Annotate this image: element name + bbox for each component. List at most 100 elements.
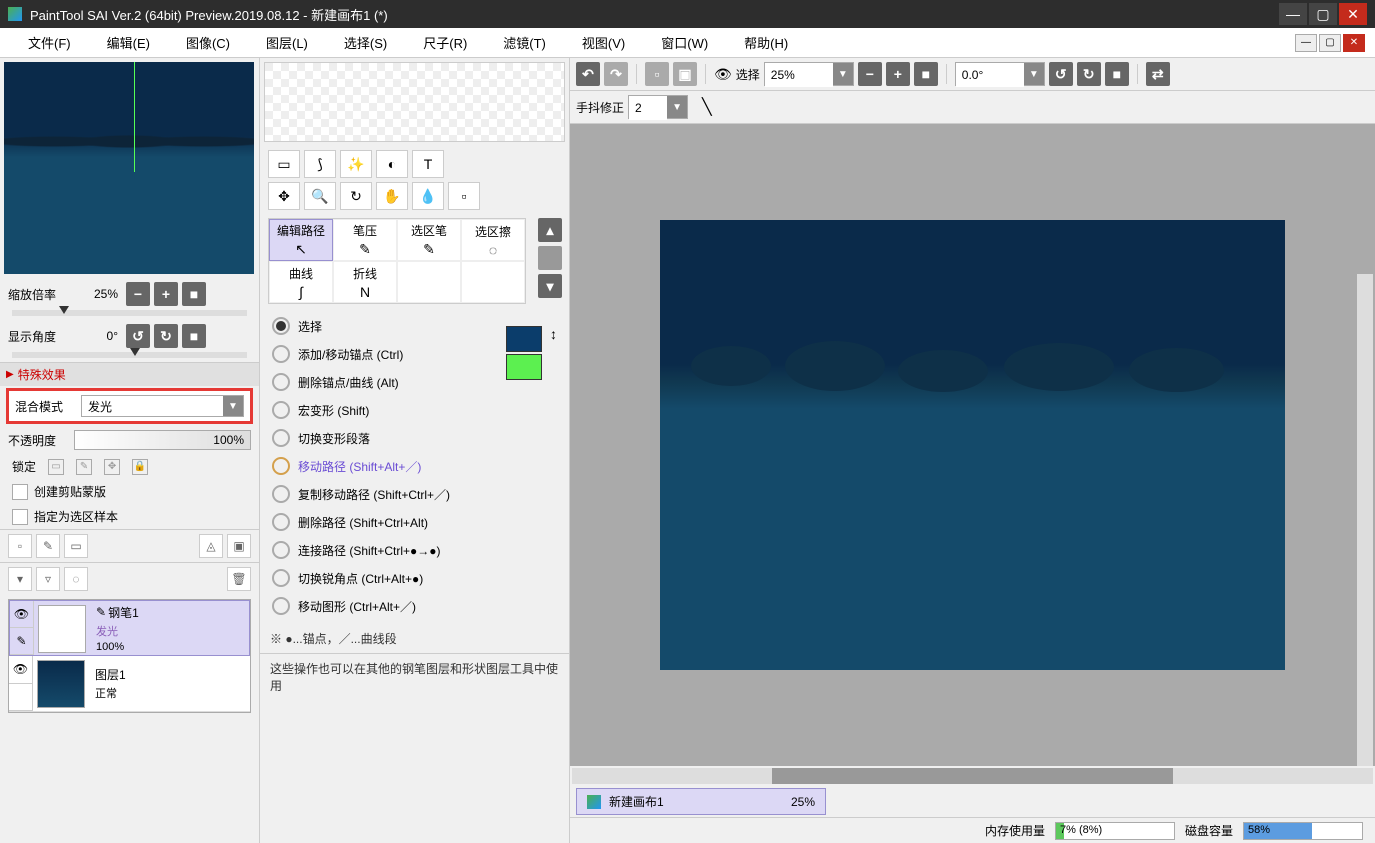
subtool-scroll[interactable] (538, 246, 562, 270)
flatten-button[interactable]: ▿ (36, 567, 60, 591)
menu-select[interactable]: 选择(S) (326, 29, 405, 56)
rotate-ccw-button[interactable]: ↺ (126, 324, 150, 348)
selection-sample-checkbox[interactable] (12, 509, 28, 525)
menu-layer[interactable]: 图层(L) (248, 29, 326, 56)
visibility-icon[interactable]: 👁 (10, 601, 33, 628)
menu-view[interactable]: 视图(V) (564, 29, 643, 56)
document-tab[interactable]: 新建画布1 25% (576, 788, 826, 815)
toolbar-rotate-reset[interactable]: ■ (1105, 62, 1129, 86)
chevron-down-icon[interactable]: ▼ (223, 396, 243, 416)
text-tool[interactable]: T (412, 150, 444, 178)
subtool-edit-path[interactable]: 编辑路径↖ (269, 219, 333, 261)
doc-close-button[interactable]: ✕ (1343, 34, 1365, 52)
lock-none-icon[interactable]: ▭ (48, 459, 64, 475)
toolbar-zoom-fit[interactable]: ■ (914, 62, 938, 86)
zoom-tool[interactable]: 🔍 (304, 182, 336, 210)
clear-button[interactable]: ◌ (64, 567, 88, 591)
undo-button[interactable]: ↶ (576, 62, 600, 86)
doc-maximize-button[interactable]: ▢ (1319, 34, 1341, 52)
subtool-select-pen[interactable]: 选区笔✎ (397, 219, 461, 261)
angle-slider[interactable] (12, 352, 247, 358)
horizontal-scrollbar[interactable] (572, 768, 1373, 784)
subtool-polyline[interactable]: 折线N (333, 261, 397, 303)
rotate-cw-button[interactable]: ↻ (154, 324, 178, 348)
subtool-down-button[interactable]: ▾ (538, 274, 562, 298)
canvas-viewport[interactable] (570, 124, 1375, 766)
toolbar-zoom-in[interactable]: + (886, 62, 910, 86)
zoom-out-button[interactable]: − (126, 282, 150, 306)
blend-mode-combo[interactable]: 发光 ▼ (81, 395, 244, 417)
special-effects-header[interactable]: ▶ 特殊效果 (0, 362, 259, 386)
path-option[interactable]: 宏变形 (Shift) (268, 396, 561, 424)
toolbar-rotate-cw[interactable]: ↻ (1077, 62, 1101, 86)
window-minimize-button[interactable]: — (1279, 3, 1307, 25)
chevron-down-icon[interactable]: ▼ (833, 63, 853, 85)
menu-window[interactable]: 窗口(W) (643, 29, 726, 56)
new-pen-layer-button[interactable]: ✎ (36, 534, 60, 558)
zoom-slider[interactable] (12, 310, 247, 316)
move-tool[interactable]: ✥ (268, 182, 300, 210)
radio-icon[interactable] (272, 457, 290, 475)
radio-icon[interactable] (272, 429, 290, 447)
flip-h-button[interactable]: ⇄ (1146, 62, 1170, 86)
redo-button[interactable]: ↷ (604, 62, 628, 86)
swap-colors-icon[interactable]: ↕ (550, 326, 557, 342)
subtool-pressure[interactable]: 笔压✎ (333, 219, 397, 261)
radio-icon[interactable] (272, 541, 290, 559)
deselect-button[interactable]: ▫ (645, 62, 669, 86)
path-option[interactable]: 移动路径 (Shift+Alt+／) (268, 452, 561, 480)
lock-pixels-icon[interactable]: ✎ (76, 459, 92, 475)
primary-color-swatch[interactable] (506, 326, 542, 352)
secondary-color-swatch[interactable] (506, 354, 542, 380)
new-layer-button[interactable]: ▫ (8, 534, 32, 558)
visibility-icon[interactable]: 👁 (9, 656, 32, 684)
radio-icon[interactable] (272, 401, 290, 419)
lock-position-icon[interactable]: ✥ (104, 459, 120, 475)
radio-icon[interactable] (272, 513, 290, 531)
zoom-input[interactable] (765, 63, 833, 87)
subtool-curve[interactable]: 曲线∫ (269, 261, 333, 303)
shake-input[interactable] (629, 96, 667, 120)
pen-icon[interactable]: ✎ (10, 628, 33, 655)
path-option[interactable]: 删除路径 (Shift+Ctrl+Alt) (268, 508, 561, 536)
menu-edit[interactable]: 编辑(E) (89, 29, 168, 56)
window-maximize-button[interactable]: ▢ (1309, 3, 1337, 25)
chevron-down-icon[interactable]: ▼ (1024, 63, 1044, 85)
rotate-reset-button[interactable]: ■ (182, 324, 206, 348)
path-option[interactable]: 移动图形 (Ctrl+Alt+／) (268, 592, 561, 620)
menu-help[interactable]: 帮助(H) (726, 29, 806, 56)
menu-file[interactable]: 文件(F) (10, 29, 89, 56)
angle-input[interactable] (956, 63, 1024, 87)
navigator-preview[interactable] (4, 62, 254, 274)
zoom-reset-button[interactable]: ■ (182, 282, 206, 306)
shape-tool[interactable]: ◐ (376, 150, 408, 178)
lock-all-icon[interactable]: 🔒 (132, 459, 148, 475)
canvas-content[interactable] (660, 220, 1285, 670)
rotate-tool[interactable]: ↻ (340, 182, 372, 210)
menu-ruler[interactable]: 尺子(R) (405, 29, 485, 56)
invert-sel-button[interactable]: ▣ (673, 62, 697, 86)
window-close-button[interactable]: ✕ (1339, 3, 1367, 25)
new-folder-button[interactable]: ▭ (64, 534, 88, 558)
eyedropper-tool[interactable]: 💧 (412, 182, 444, 210)
merge-down-button[interactable]: ▾ (8, 567, 32, 591)
edit-icon[interactable] (9, 684, 32, 712)
transfer-button[interactable]: ◬ (199, 534, 223, 558)
subtool-up-button[interactable]: ▴ (538, 218, 562, 242)
opacity-slider[interactable]: 100% (74, 430, 251, 450)
layer-item[interactable]: 👁 ✎ ✎钢笔1 发光 100% (9, 600, 250, 656)
transparent-tool[interactable]: ▫ (448, 182, 480, 210)
radio-icon[interactable] (272, 373, 290, 391)
subtool-select-erase[interactable]: 选区擦◌ (461, 219, 525, 261)
clip-mask-checkbox[interactable] (12, 484, 28, 500)
radio-icon[interactable] (272, 485, 290, 503)
marquee-tool[interactable]: ▭ (268, 150, 300, 178)
hand-tool[interactable]: ✋ (376, 182, 408, 210)
chevron-down-icon[interactable]: ▼ (667, 96, 687, 118)
radio-icon[interactable] (272, 345, 290, 363)
path-option[interactable]: 复制移动路径 (Shift+Ctrl+／) (268, 480, 561, 508)
wand-tool[interactable]: ✨ (340, 150, 372, 178)
layer-item[interactable]: 👁 图层1 正常 (9, 656, 250, 712)
doc-minimize-button[interactable]: — (1295, 34, 1317, 52)
radio-icon[interactable] (272, 597, 290, 615)
